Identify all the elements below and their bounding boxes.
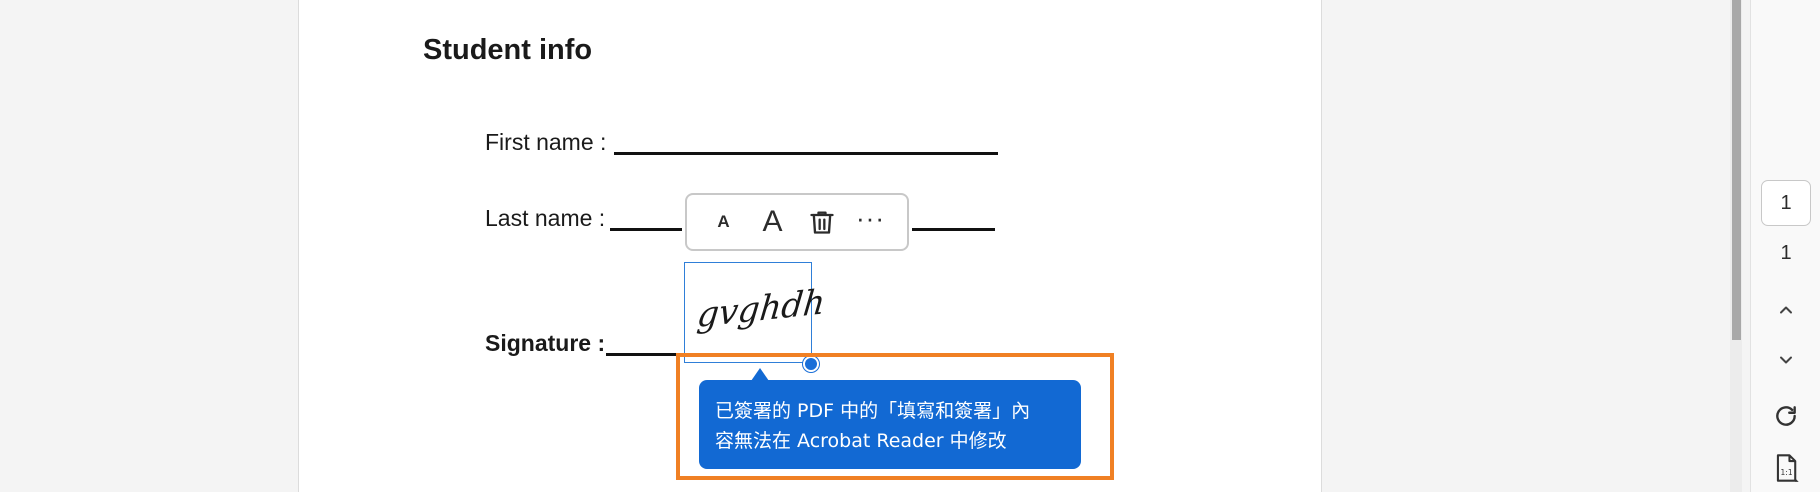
svg-text:1:1: 1:1 — [1781, 468, 1793, 477]
tooltip-line-1: 已簽署的 PDF 中的「填寫和簽署」內 — [715, 400, 1031, 422]
text-edit-toolbar: A A ··· — [685, 193, 909, 251]
first-name-label: First name : — [485, 129, 607, 155]
pdf-page: Student info First name : Last name : Si… — [298, 0, 1322, 492]
first-name-line[interactable] — [614, 152, 998, 155]
more-options-button[interactable]: ··· — [850, 197, 892, 239]
last-name-line-right[interactable] — [912, 228, 995, 231]
last-name-line-left[interactable] — [610, 228, 682, 231]
more-options-icon: ··· — [856, 203, 885, 233]
decrease-text-size-button[interactable]: A — [703, 201, 745, 243]
tooltip-line-2: 容無法在 Acrobat Reader 中修改 — [715, 430, 1007, 452]
previous-page-button[interactable] — [1770, 294, 1802, 326]
rotate-icon — [1776, 406, 1796, 426]
total-pages-label: 1 — [1780, 242, 1792, 264]
actual-size-icon: 1:1 — [1776, 454, 1799, 482]
decrease-text-size-icon: A — [717, 212, 730, 231]
rotate-view-button[interactable] — [1770, 400, 1802, 432]
current-page-input[interactable]: 1 — [1761, 180, 1811, 226]
signature-field[interactable]: gvghdh — [684, 262, 827, 363]
trash-icon — [809, 211, 834, 234]
signature-label: Signature : — [485, 330, 606, 356]
chevron-up-icon — [1780, 306, 1792, 314]
signature-line[interactable] — [606, 353, 682, 356]
delete-button[interactable] — [801, 201, 843, 243]
increase-text-size-button[interactable]: A — [752, 201, 794, 243]
signed-pdf-tooltip: 已簽署的 PDF 中的「填寫和簽署」內 容無法在 Acrobat Reader … — [699, 380, 1081, 469]
last-name-label: Last name : — [485, 205, 606, 231]
vertical-scrollbar-thumb[interactable] — [1732, 0, 1741, 340]
page-heading: Student info — [423, 34, 593, 66]
increase-text-size-icon: A — [762, 205, 783, 238]
actual-size-button[interactable]: 1:1 — [1770, 452, 1802, 484]
chevron-down-icon — [1780, 356, 1792, 364]
next-page-button[interactable] — [1770, 344, 1802, 376]
signature-text: gvghdh — [695, 281, 828, 337]
